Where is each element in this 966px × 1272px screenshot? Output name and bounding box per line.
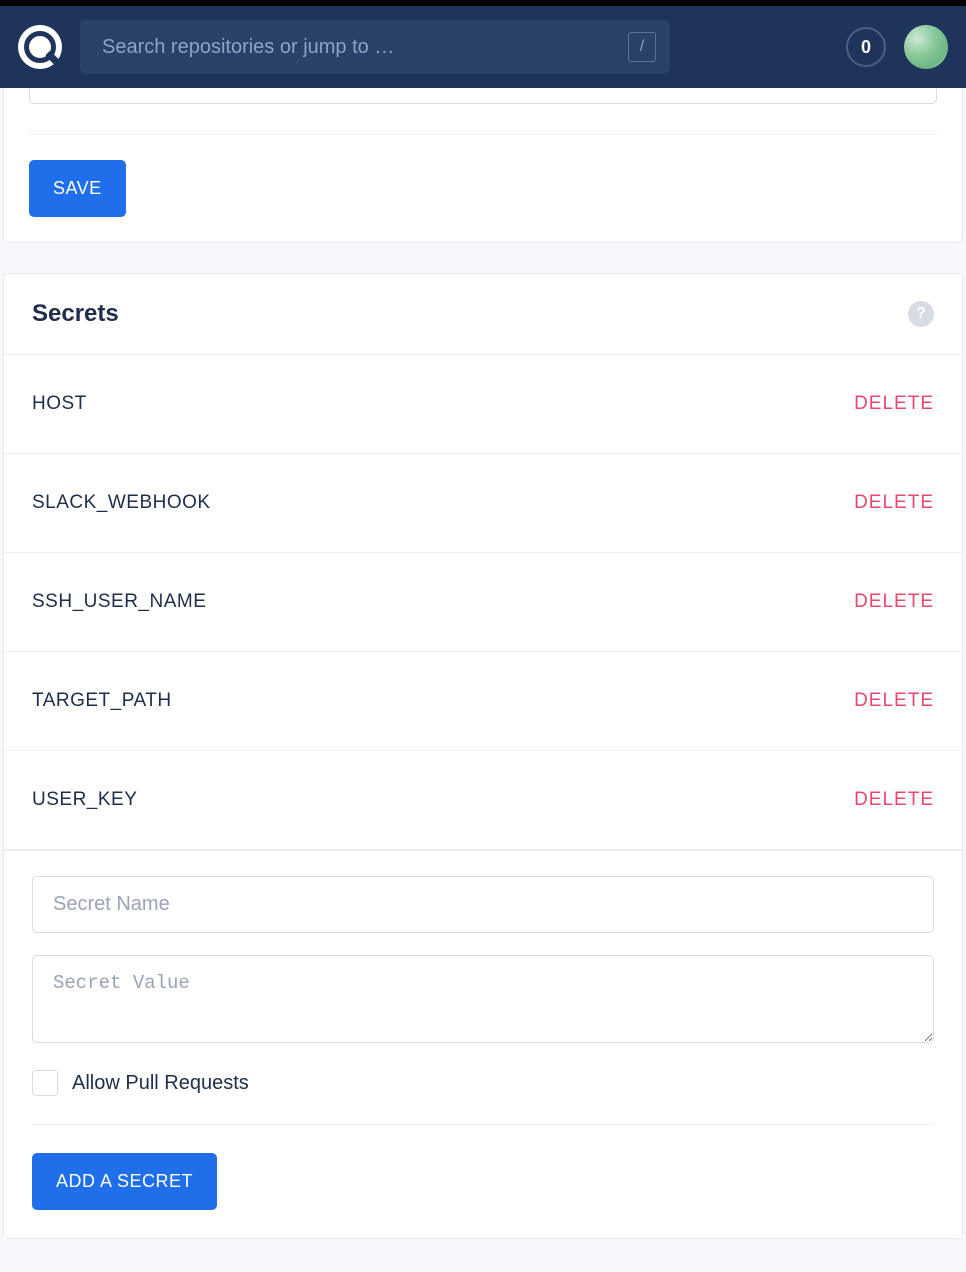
divider xyxy=(29,134,937,135)
secrets-header: Secrets ? xyxy=(4,274,962,355)
secret-form: Allow Pull Requests ADD A SECRET xyxy=(4,850,962,1238)
secret-row: USER_KEY DELETE xyxy=(4,751,962,850)
delete-secret-button[interactable]: DELETE xyxy=(854,690,934,712)
secret-name: USER_KEY xyxy=(32,789,137,811)
secret-row: TARGET_PATH DELETE xyxy=(4,652,962,751)
secrets-list: HOSTDELETESLACK_WEBHOOKDELETESSH_USER_NA… xyxy=(4,355,962,850)
secret-name: HOST xyxy=(32,393,87,415)
save-button[interactable]: SAVE xyxy=(29,160,126,217)
drone-logo-icon[interactable] xyxy=(18,25,62,69)
search-bar[interactable]: / xyxy=(80,20,670,74)
avatar[interactable] xyxy=(904,25,948,69)
secret-row: SSH_USER_NAME DELETE xyxy=(4,553,962,652)
config-card: .drone.yml SAVE xyxy=(3,88,963,243)
secret-row: SLACK_WEBHOOK DELETE xyxy=(4,454,962,553)
page-body: .drone.yml SAVE Secrets ? HOSTDELETESLAC… xyxy=(0,88,966,1272)
secret-name: SLACK_WEBHOOK xyxy=(32,492,211,514)
delete-secret-button[interactable]: DELETE xyxy=(854,591,934,613)
secrets-title: Secrets xyxy=(32,300,119,328)
config-filename-input[interactable]: .drone.yml xyxy=(29,88,937,104)
add-secret-button[interactable]: ADD A SECRET xyxy=(32,1153,217,1210)
slash-key-hint-icon: / xyxy=(628,32,656,62)
secret-name: TARGET_PATH xyxy=(32,690,172,712)
secret-name-input[interactable] xyxy=(32,876,934,933)
allow-pull-requests-checkbox[interactable] xyxy=(32,1070,58,1096)
help-icon[interactable]: ? xyxy=(908,301,934,327)
secrets-card: Secrets ? HOSTDELETESLACK_WEBHOOKDELETES… xyxy=(3,273,963,1239)
notification-count-badge[interactable]: 0 xyxy=(846,27,886,67)
allow-pull-requests-label: Allow Pull Requests xyxy=(72,1072,249,1095)
delete-secret-button[interactable]: DELETE xyxy=(854,789,934,811)
search-input[interactable] xyxy=(102,36,628,59)
delete-secret-button[interactable]: DELETE xyxy=(854,492,934,514)
allow-pull-requests-row: Allow Pull Requests xyxy=(32,1070,934,1125)
secret-value-textarea[interactable] xyxy=(32,955,934,1043)
topbar: / 0 xyxy=(0,6,966,88)
secret-name: SSH_USER_NAME xyxy=(32,591,206,613)
secret-row: HOST DELETE xyxy=(4,355,962,454)
topbar-container: / 0 xyxy=(0,0,966,88)
delete-secret-button[interactable]: DELETE xyxy=(854,393,934,415)
